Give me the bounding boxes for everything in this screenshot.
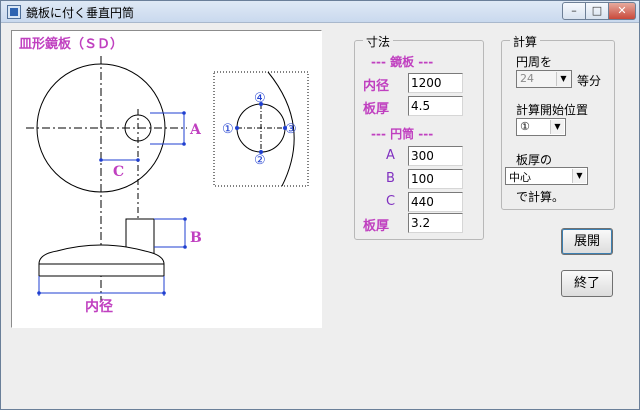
start-position-value: ① — [520, 120, 530, 133]
dim-b-label: B — [190, 230, 202, 246]
chevron-down-icon: ▼ — [556, 72, 570, 86]
dim-b-dot-top — [183, 217, 187, 221]
dim-c-dot-left — [99, 158, 103, 162]
dim-id-dot-left — [37, 291, 41, 295]
minimize-button[interactable]: – — [562, 2, 586, 20]
exit-button[interactable]: 終了 — [561, 270, 613, 297]
window-title: 鏡板に付く垂直円筒 — [26, 6, 135, 20]
cylinder-thickness-input[interactable]: 3.2 — [408, 213, 463, 233]
position-4-label: ④ — [254, 91, 266, 106]
dimension-a-label: A — [386, 148, 395, 163]
position-2-label: ② — [254, 153, 266, 168]
start-position-label: 計算開始位置 — [516, 103, 589, 117]
dimension-b-input[interactable]: 100 — [408, 169, 463, 189]
chevron-down-icon: ▼ — [550, 120, 564, 134]
start-position-select[interactable]: ① ▼ — [516, 118, 566, 136]
position-3-label: ③ — [285, 122, 297, 137]
cylinder-section-heading: --- 円筒 --- — [371, 127, 434, 141]
dim-a-label: A — [189, 122, 202, 138]
dimension-c-label: C — [386, 194, 396, 209]
title-bar: 鏡板に付く垂直円筒 – □ ✕ — [1, 1, 639, 23]
expand-button[interactable]: 展開 — [561, 228, 613, 255]
calc-suffix-label: で計算。 — [516, 190, 565, 204]
cylinder-thickness-label: 板厚 — [363, 219, 390, 234]
app-window: 鏡板に付く垂直円筒 – □ ✕ 皿形鏡板（ＳＤ） A C B 内径 ① ② ③ … — [0, 0, 640, 410]
dim-inner-diameter-label: 内径 — [85, 298, 113, 315]
calculation-group-title: 計算 — [510, 33, 541, 50]
inner-diameter-input[interactable]: 1200 — [408, 73, 463, 93]
drawing-title: 皿形鏡板（ＳＤ） — [19, 36, 123, 52]
thickness-basis-value: 中心 — [509, 171, 531, 184]
dimension-b-label: B — [386, 171, 395, 186]
drawing-panel: 皿形鏡板（ＳＤ） A C B 内径 ① ② ③ ④ — [11, 30, 322, 328]
dim-b-dot-bottom — [183, 245, 187, 249]
chevron-down-icon: ▼ — [572, 169, 586, 183]
head-cylinder-diagram: 皿形鏡板（ＳＤ） A C B 内径 ① ② ③ ④ — [19, 36, 309, 315]
dimension-c-input[interactable]: 440 — [408, 192, 463, 212]
position-1-dot — [235, 126, 239, 130]
head-thickness-label: 板厚 — [363, 102, 390, 117]
dim-a-dot-bottom — [182, 142, 186, 146]
thickness-basis-select[interactable]: 中心 ▼ — [505, 167, 588, 185]
dimensions-group-title: 寸法 — [363, 33, 394, 50]
head-section-heading: --- 鏡板 --- — [371, 55, 434, 69]
dim-a-dot-top — [182, 111, 186, 115]
divisions-select[interactable]: 24 ▼ — [516, 70, 572, 88]
maximize-button[interactable]: □ — [585, 2, 609, 20]
dim-c-dot-right — [136, 158, 140, 162]
thickness-basis-label: 板厚の — [516, 153, 553, 167]
dimension-a-input[interactable]: 300 — [408, 146, 463, 166]
inner-diameter-label: 内径 — [363, 79, 390, 94]
close-button[interactable]: ✕ — [608, 2, 636, 20]
calculation-group: 計算 円周を 24 ▼ 等分 計算開始位置 ① ▼ 板厚の 中心 ▼ で計算。 — [501, 33, 615, 210]
position-1-label: ① — [222, 122, 234, 137]
dim-id-dot-right — [162, 291, 166, 295]
dimensions-group: 寸法 --- 鏡板 --- 内径 1200 板厚 4.5 --- 円筒 --- … — [354, 33, 484, 240]
circumference-label: 円周を — [516, 55, 553, 69]
app-icon — [7, 5, 21, 19]
divisions-unit-label: 等分 — [577, 74, 602, 88]
dim-c-label: C — [113, 164, 124, 180]
divisions-value: 24 — [520, 72, 534, 85]
head-thickness-input[interactable]: 4.5 — [408, 96, 463, 116]
